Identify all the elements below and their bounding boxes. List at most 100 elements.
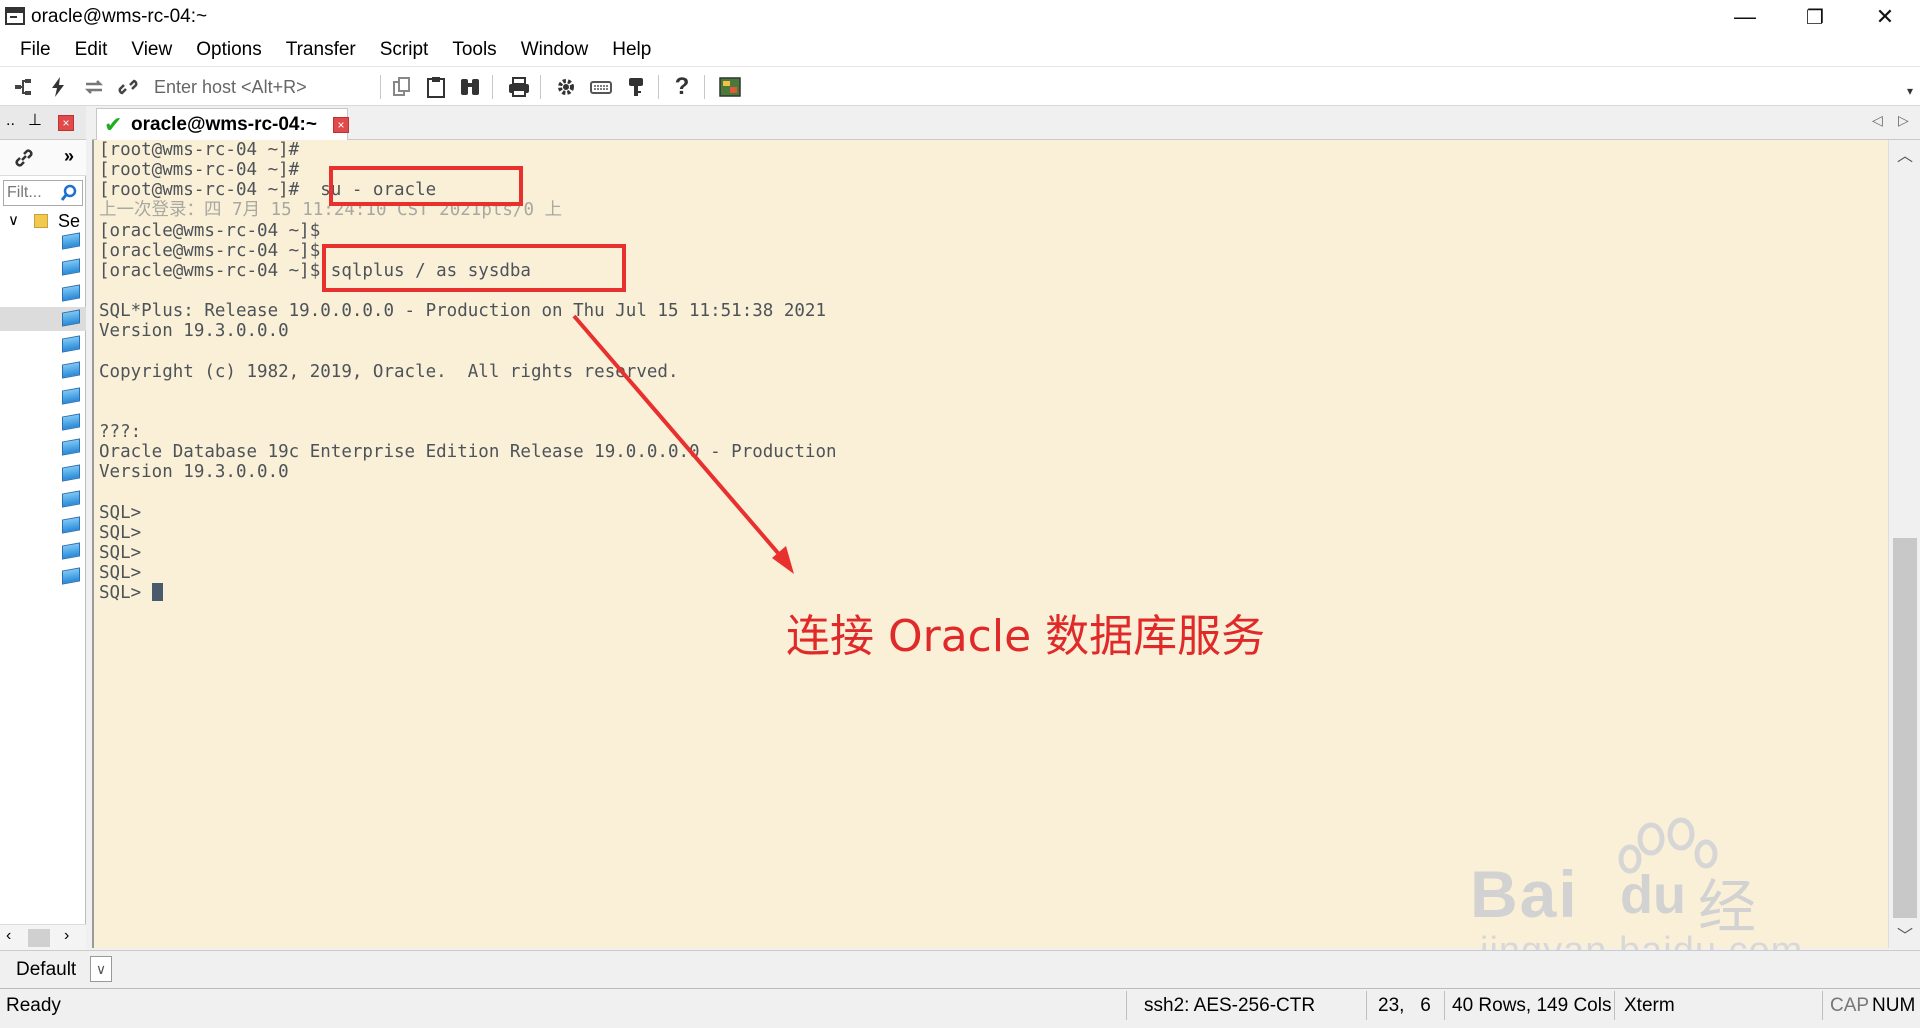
command-bar: Default ∨ — [0, 950, 1920, 988]
restore-button[interactable]: ❐ — [1780, 0, 1850, 34]
menu-script[interactable]: Script — [368, 39, 441, 61]
session-computer-icon — [62, 387, 80, 405]
menu-view[interactable]: View — [119, 39, 184, 61]
status-cursor-position: 23, 6 — [1378, 995, 1431, 1016]
terminal-line: Version 19.3.0.0.0 — [99, 462, 289, 483]
status-separator — [1614, 991, 1615, 1020]
chevron-down-icon[interactable]: ∨ — [90, 956, 112, 982]
menu-edit[interactable]: Edit — [63, 39, 120, 61]
sftp-icon[interactable] — [716, 73, 744, 101]
folder-icon — [34, 214, 48, 228]
tab-close-icon[interactable]: × — [333, 117, 349, 133]
tab-scroll-right-icon[interactable]: ▷ — [1898, 112, 1909, 129]
terminal-line: [oracle@wms-rc-04 ~]$ — [99, 240, 321, 261]
help-icon[interactable]: ? — [668, 73, 696, 101]
terminal-line: SQL> — [99, 502, 142, 523]
link-icon[interactable] — [12, 146, 36, 176]
panel-title: .. — [6, 112, 15, 129]
pin-icon[interactable]: ⊥ — [28, 110, 42, 130]
terminal-line: Copyright (c) 1982, 2019, Oracle. All ri… — [99, 361, 679, 382]
session-select-value: Default — [16, 959, 77, 980]
scroll-thumb[interactable] — [28, 929, 50, 947]
tab-scroll-left-icon[interactable]: ◁ — [1872, 112, 1883, 129]
session-item[interactable] — [0, 333, 86, 357]
toolbar-separator — [380, 75, 381, 99]
session-item[interactable] — [0, 230, 86, 254]
session-computer-icon — [62, 258, 80, 276]
settings-icon[interactable] — [552, 73, 580, 101]
menu-transfer[interactable]: Transfer — [274, 39, 368, 61]
print-icon[interactable] — [505, 73, 533, 101]
key-icon[interactable] — [622, 73, 650, 101]
scroll-down-icon[interactable]: ﹀ — [1897, 922, 1913, 946]
chevron-down-icon[interactable]: ∨ — [8, 211, 19, 229]
toolbar-separator — [658, 75, 659, 99]
session-item[interactable] — [0, 565, 86, 589]
menu-help[interactable]: Help — [600, 39, 663, 61]
session-item[interactable] — [0, 282, 86, 306]
terminal-line: Version 19.3.0.0.0 — [99, 321, 289, 342]
session-item[interactable] — [0, 359, 86, 383]
minimize-button[interactable]: — — [1710, 0, 1780, 34]
copy-icon[interactable] — [388, 73, 416, 101]
status-caps: CAP — [1830, 995, 1870, 1016]
reconnect-icon[interactable] — [80, 73, 108, 101]
highlight-sqlplus-command — [322, 244, 626, 292]
session-filter-input[interactable]: Filt... — [3, 180, 83, 206]
connected-check-icon: ✔ — [104, 112, 123, 137]
menu-options[interactable]: Options — [184, 39, 273, 61]
tab-label: oracle@wms-rc-04:~ — [131, 114, 317, 135]
status-emulation: Xterm — [1624, 995, 1675, 1016]
close-button[interactable]: ✕ — [1850, 0, 1920, 34]
keymap-icon[interactable] — [587, 73, 615, 101]
session-item[interactable] — [0, 462, 86, 486]
status-ready: Ready — [6, 995, 61, 1016]
session-item[interactable] — [0, 411, 86, 435]
session-tab[interactable]: ✔ oracle@wms-rc-04:~ × — [96, 108, 349, 140]
session-item[interactable] — [0, 540, 86, 564]
session-computer-icon — [62, 438, 80, 456]
session-computer-icon — [62, 490, 80, 508]
enter-host-input[interactable] — [154, 73, 374, 101]
terminal-line: SQL*Plus: Release 19.0.0.0.0 - Productio… — [99, 301, 826, 322]
expand-toolbar-icon[interactable]: » — [64, 146, 74, 167]
scroll-right-icon[interactable]: › — [64, 927, 69, 945]
session-item[interactable] — [0, 488, 86, 512]
session-computer-icon — [62, 284, 80, 302]
disconnect-icon[interactable] — [114, 73, 142, 101]
scroll-left-icon[interactable]: ‹ — [6, 927, 11, 945]
menu-tools[interactable]: Tools — [440, 39, 508, 61]
connect-icon[interactable] — [10, 73, 38, 101]
scroll-up-icon[interactable]: ︿ — [1897, 142, 1913, 166]
session-item[interactable] — [0, 514, 86, 538]
terminal-vscroll[interactable]: ︿ ﹀ — [1888, 140, 1920, 948]
panel-close-icon[interactable]: × — [58, 115, 74, 131]
status-separator — [1366, 991, 1367, 1020]
menu-file[interactable]: File — [8, 39, 63, 61]
highlight-su-command — [329, 166, 523, 206]
window-title: oracle@wms-rc-04:~ — [31, 6, 208, 27]
toolbar: ? ▾ — [0, 66, 1920, 106]
session-item[interactable] — [0, 385, 86, 409]
session-item[interactable] — [0, 436, 86, 460]
toolbar-overflow-icon[interactable]: ▾ — [1896, 77, 1920, 105]
session-computer-icon — [62, 516, 80, 534]
terminal-line: SQL> — [99, 583, 163, 603]
terminal-cursor — [151, 583, 163, 602]
session-item[interactable] — [0, 256, 86, 280]
terminal-line: SQL> — [99, 522, 142, 543]
session-manager-tools: » — [0, 140, 86, 176]
session-panel-hscroll[interactable]: ‹ › — [0, 924, 86, 950]
watermark-brand-du: du — [1620, 865, 1686, 925]
terminal-line: [oracle@wms-rc-04 ~]$ — [99, 220, 321, 241]
vscroll-thumb[interactable] — [1893, 538, 1917, 918]
find-icon[interactable] — [456, 73, 484, 101]
session-computer-icon — [62, 542, 80, 560]
paste-icon[interactable] — [422, 73, 450, 101]
session-computer-icon — [62, 309, 80, 327]
menu-window[interactable]: Window — [509, 39, 601, 61]
session-item[interactable] — [0, 307, 86, 332]
status-num: NUM — [1872, 995, 1916, 1016]
sessions-folder-label: Se — [58, 211, 81, 231]
quick-connect-icon[interactable] — [44, 73, 72, 101]
